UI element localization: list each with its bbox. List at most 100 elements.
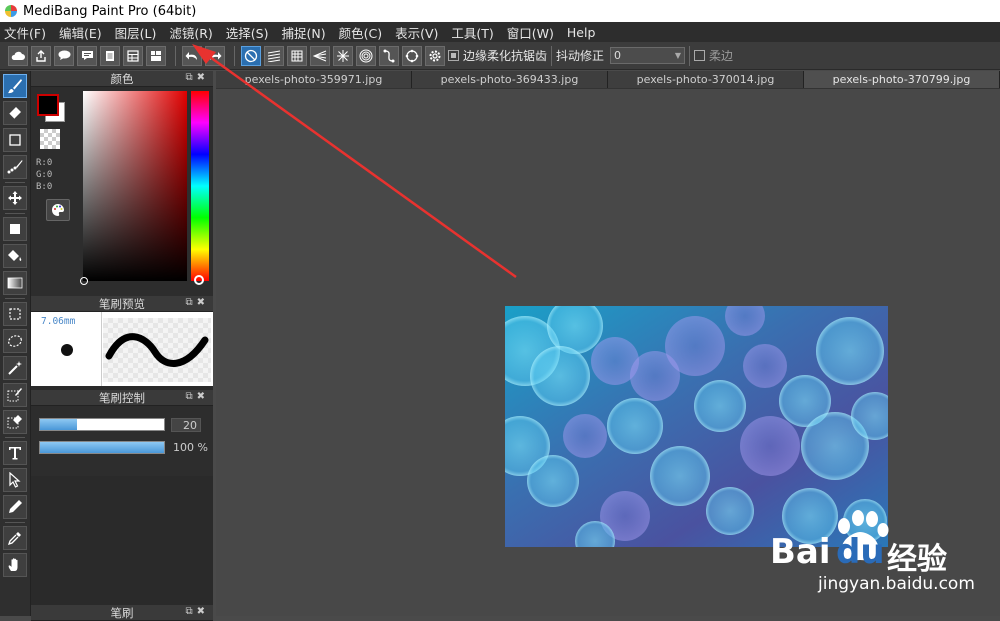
gradient-tool[interactable] xyxy=(3,271,27,295)
toolbar-separator xyxy=(551,45,553,66)
jingyan-url: jingyan.baidu.com xyxy=(818,574,975,594)
menu-layer[interactable]: 图层(L) xyxy=(115,23,157,42)
brush-opacity-slider[interactable] xyxy=(39,441,165,454)
circle-dots-icon xyxy=(405,49,419,62)
move-tool[interactable] xyxy=(3,186,27,210)
page-icon xyxy=(106,50,114,61)
menu-tools[interactable]: 工具(T) xyxy=(451,23,493,42)
dot-tool[interactable] xyxy=(3,128,27,152)
antialias-checkbox[interactable] xyxy=(448,50,459,61)
document-tabs: pexels-photo-359971.jpg pexels-photo-369… xyxy=(216,71,1000,89)
eyedropper-tool[interactable] xyxy=(3,495,27,519)
page-button[interactable] xyxy=(100,45,120,66)
panel-controls[interactable]: ⧉✖ xyxy=(185,297,209,308)
redo-button[interactable] xyxy=(205,45,225,66)
document-tab-active[interactable]: pexels-photo-370799.jpg xyxy=(804,71,1000,88)
concentric-circles-icon xyxy=(359,49,373,62)
speech-bubble-button[interactable] xyxy=(54,45,74,66)
comment-button[interactable] xyxy=(77,45,97,66)
document-tab[interactable]: pexels-photo-370014.jpg xyxy=(608,71,804,88)
grid-icon xyxy=(291,50,303,61)
document-tab[interactable]: pexels-photo-369433.jpg xyxy=(412,71,608,88)
baidu-brand-text: Bai xyxy=(770,532,831,572)
brush-tip-preview: 7.06mm xyxy=(31,312,102,386)
comic-panel-button[interactable] xyxy=(146,45,166,66)
select-pen-tool[interactable] xyxy=(3,383,27,407)
jingyan-text: 经验 xyxy=(887,542,947,577)
red-value: R:0 xyxy=(36,158,53,168)
toolbox-separator xyxy=(5,213,25,214)
brush-control-panel: 20 100 % xyxy=(31,406,213,476)
hand-icon xyxy=(8,558,18,571)
menu-edit[interactable]: 编辑(E) xyxy=(59,23,102,42)
perspective-snap-button[interactable] xyxy=(310,45,330,66)
hue-slider[interactable] xyxy=(191,91,209,281)
palette-button[interactable] xyxy=(46,199,70,221)
menu-color[interactable]: 颜色(C) xyxy=(339,23,382,42)
panel-controls[interactable]: ⧉✖ xyxy=(185,391,209,402)
undo-button[interactable] xyxy=(182,45,202,66)
brush-list-title: 笔刷 xyxy=(110,605,134,620)
panel-controls[interactable]: ⧉✖ xyxy=(185,72,209,83)
cloud-icon xyxy=(11,51,25,60)
eraser-icon xyxy=(8,107,21,120)
saturation-value-picker[interactable] xyxy=(83,91,187,281)
stabilizer-select[interactable]: 0 ▼ xyxy=(610,47,686,64)
document-tab[interactable]: pexels-photo-359971.jpg xyxy=(216,71,412,88)
brush-icon xyxy=(8,79,22,94)
select-rect-tool[interactable] xyxy=(3,302,27,326)
menu-select[interactable]: 选择(S) xyxy=(226,23,269,42)
share-button[interactable] xyxy=(31,45,51,66)
brush-list-panel: 笔刷 ⧉✖ xyxy=(31,605,213,621)
color-picker-tool[interactable] xyxy=(3,526,27,550)
brush-tool[interactable] xyxy=(3,74,27,98)
menu-snap[interactable]: 捕捉(N) xyxy=(281,23,325,42)
hand-tool[interactable] xyxy=(3,553,27,577)
menu-file[interactable]: 文件(F) xyxy=(4,23,46,42)
window-title: MediBang Paint Pro (64bit) xyxy=(23,3,197,19)
bucket-tool[interactable] xyxy=(3,244,27,268)
toolbar-separator xyxy=(175,45,176,66)
select-eraser-tool[interactable] xyxy=(3,410,27,434)
grid-snap-button[interactable] xyxy=(287,45,307,66)
parallel-snap-button[interactable] xyxy=(264,45,284,66)
circle-snap-button[interactable] xyxy=(402,45,422,66)
smudge-tool[interactable] xyxy=(3,155,27,179)
concentric-snap-button[interactable] xyxy=(356,45,376,66)
eraser-tool[interactable] xyxy=(3,101,27,125)
saturation-cursor[interactable] xyxy=(80,277,88,285)
fill-rect-tool[interactable] xyxy=(3,217,27,241)
soft-edge-checkbox[interactable] xyxy=(694,50,706,61)
hue-marker[interactable] xyxy=(194,275,204,285)
baidu-brand-text-2: du xyxy=(836,532,885,572)
chevron-down-icon: ▼ xyxy=(674,51,682,60)
text-tool[interactable] xyxy=(3,441,27,465)
menu-filter[interactable]: 滤镜(R) xyxy=(169,23,212,42)
radial-snap-button[interactable] xyxy=(333,45,353,66)
paint-bucket-icon xyxy=(8,250,22,261)
blue-value: B:0 xyxy=(36,182,53,192)
menu-window[interactable]: 窗口(W) xyxy=(507,23,554,42)
speech-bubble-icon xyxy=(58,50,70,60)
panel-layout-button[interactable] xyxy=(123,45,143,66)
app-logo-icon xyxy=(5,5,17,17)
brush-control-header: 笔刷控制 ⧉✖ xyxy=(31,390,213,406)
brush-size-value[interactable]: 20 xyxy=(171,418,201,432)
foreground-color-swatch[interactable] xyxy=(37,94,59,116)
magic-wand-tool[interactable] xyxy=(3,356,27,380)
baidu-watermark: Bai du 经验 jingyan.baidu.com xyxy=(770,510,995,610)
transparent-color-swatch[interactable] xyxy=(40,129,60,149)
snap-settings-button[interactable] xyxy=(425,45,445,66)
cloud-button[interactable] xyxy=(8,45,28,66)
curve-snap-button[interactable] xyxy=(379,45,399,66)
menu-help[interactable]: Help xyxy=(567,25,596,40)
snap-off-button[interactable] xyxy=(241,45,261,66)
stabilizer-value: 0 xyxy=(614,49,622,62)
menu-view[interactable]: 表示(V) xyxy=(395,23,438,42)
lasso-tool[interactable] xyxy=(3,329,27,353)
brush-opacity-slider-fill xyxy=(40,442,164,453)
operation-tool[interactable] xyxy=(3,468,27,492)
text-icon xyxy=(9,447,21,460)
panel-controls[interactable]: ⧉✖ xyxy=(185,606,209,617)
brush-size-slider[interactable] xyxy=(39,418,165,431)
